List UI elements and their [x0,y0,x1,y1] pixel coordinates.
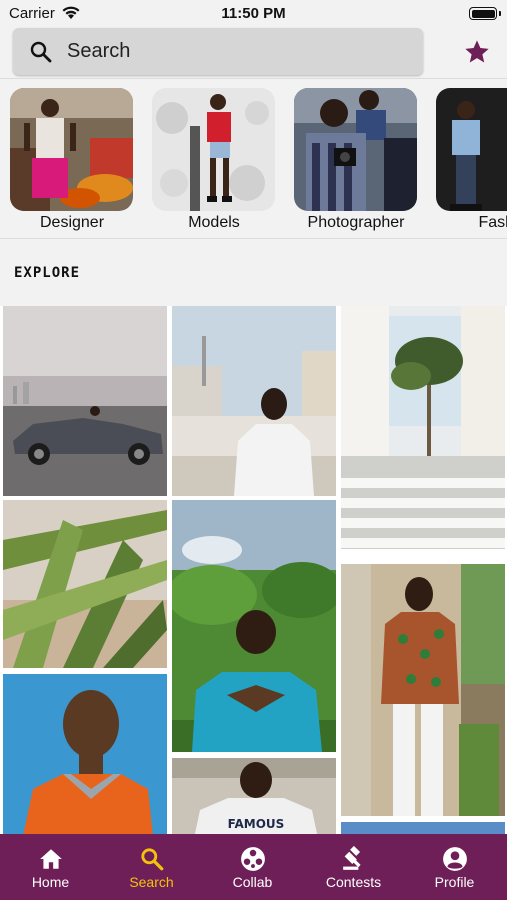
home-icon [40,849,62,869]
category-label: Photographer [307,214,405,231]
grid-photo-car[interactable] [3,306,167,496]
grid-photo-palm-leaves[interactable] [3,500,167,668]
grid-photo-portrait-blue[interactable] [3,674,167,834]
tab-collab[interactable]: Collab [202,834,303,900]
search-icon [30,41,52,63]
tab-label-search: Search [129,874,174,890]
collab-icon [241,847,265,871]
clock: 11:50 PM [221,5,286,22]
shirt-print-text: FAMOUS [228,817,285,831]
tab-contests[interactable]: Contests [303,834,404,900]
grid-photo-heart-hands[interactable] [172,500,336,752]
search-input[interactable] [67,28,407,75]
tab-label-home: Home [31,874,70,890]
gavel-icon [343,846,361,870]
tab-profile[interactable]: Profile [404,834,505,900]
battery-tip [499,11,501,16]
tab-search[interactable]: Search [101,834,202,900]
category-image-photographer [294,88,417,211]
search-icon [141,848,164,871]
category-carousel[interactable]: Designer Models Photographer Fas [0,86,507,236]
category-divider [0,238,507,239]
tab-label-profile: Profile [434,874,475,890]
profile-icon [443,847,467,871]
category-designer[interactable]: Designer [10,88,134,232]
category-image-designer [10,88,133,211]
star-icon[interactable] [463,38,491,66]
grid-photo-patterned-shirt[interactable] [341,564,505,816]
category-label: Designer [39,214,105,231]
tab-label-contests: Contests [325,874,382,890]
category-models[interactable]: Models [152,88,276,232]
explore-grid[interactable]: FAMOUS [0,306,507,834]
category-fashion[interactable]: Fashi [436,88,507,232]
grid-photo-alley-palm[interactable] [341,306,505,549]
bottom-tab-bar: Home Search Collab Contests Profile [0,834,507,900]
grid-photo-partial[interactable] [341,822,505,834]
category-label: Fashi [478,214,507,231]
header-divider [0,78,507,79]
search-bar[interactable] [13,28,423,75]
category-image-models [152,88,275,211]
tab-label-collab: Collab [232,874,273,890]
section-title-explore: Explore [14,265,81,281]
battery-icon [469,7,497,20]
grid-photo-famous-shirt[interactable]: FAMOUS [172,758,336,834]
status-bar: Carrier 11:50 PM [0,0,507,28]
category-image-fashion [436,88,507,211]
category-label: Models [188,214,240,231]
tab-home[interactable]: Home [0,834,101,900]
category-photographer[interactable]: Photographer [294,88,418,232]
grid-photo-rooftop[interactable] [172,306,336,496]
